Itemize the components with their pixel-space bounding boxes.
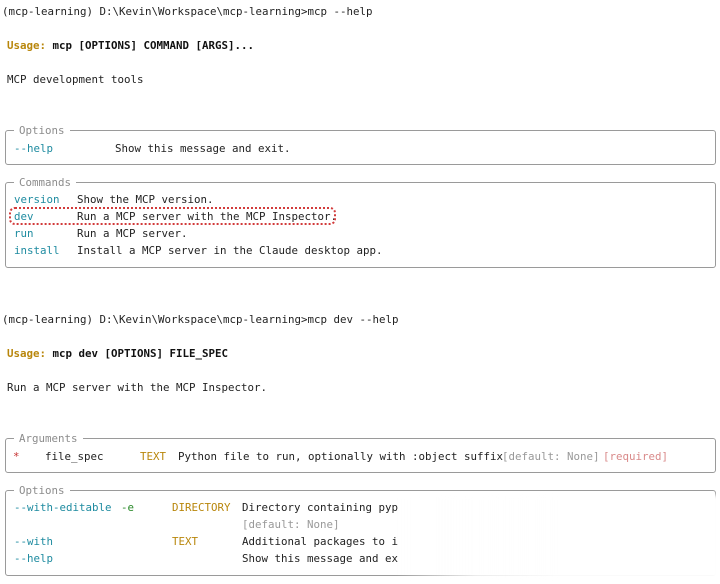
arguments-panel: Arguments * file_spec TEXT Python file t… <box>5 430 716 473</box>
option-desc-help: Show this message and ex <box>242 552 399 565</box>
required-marker: * <box>13 450 20 463</box>
usage-line-2: Usage: mcp dev [OPTIONS] FILE_SPEC <box>7 345 228 362</box>
option-flag-help: --help <box>14 142 54 155</box>
command-name-install: install <box>14 244 60 257</box>
usage-syntax: mcp dev [OPTIONS] FILE_SPEC <box>46 347 229 360</box>
panel-title: Options <box>14 122 70 139</box>
command-desc-run: Run a MCP server. <box>77 227 188 240</box>
option-flag-with: --with <box>14 535 54 548</box>
usage-label: Usage: <box>7 39 47 52</box>
command-name-version: version <box>14 193 60 206</box>
usage-label: Usage: <box>7 347 47 360</box>
option-type-directory: DIRECTORY <box>172 501 231 514</box>
option-desc-help: Show this message and exit. <box>115 142 291 155</box>
options-panel-1: Options --help Show this message and exi… <box>5 122 716 165</box>
option-type-text: TEXT <box>172 535 199 548</box>
command-desc-install: Install a MCP server in the Claude deskt… <box>77 244 383 257</box>
commands-panel: Commands version Show the MCP version. d… <box>5 174 716 268</box>
argument-desc: Python file to run, optionally with :obj… <box>178 450 504 463</box>
panel-title: Options <box>14 482 70 499</box>
blur-overlay <box>395 495 720 579</box>
option-desc-with: Additional packages to i <box>242 535 399 548</box>
panel-title: Commands <box>14 174 77 191</box>
option-flag-help: --help <box>14 552 54 565</box>
argument-default: [default: None] <box>502 450 600 463</box>
argument-required: [required] <box>603 450 669 463</box>
usage-line-1: Usage: mcp [OPTIONS] COMMAND [ARGS]... <box>7 37 254 54</box>
usage-syntax: mcp [OPTIONS] COMMAND [ARGS]... <box>46 39 255 52</box>
option-default-with-editable: [default: None] <box>242 518 340 531</box>
option-desc-with-editable: Directory containing pyp <box>242 501 399 514</box>
command-desc-version: Show the MCP version. <box>77 193 214 206</box>
option-short-e: -e <box>121 501 135 514</box>
argument-name: file_spec <box>45 450 104 463</box>
argument-type: TEXT <box>140 450 167 463</box>
option-flag-with-editable: --with-editable <box>14 501 112 514</box>
command-description-1: MCP development tools <box>7 73 144 86</box>
terminal-prompt-2: (mcp-learning) D:\Kevin\Workspace\mcp-le… <box>2 313 399 326</box>
highlight-dev-annotation <box>9 207 336 225</box>
terminal-prompt-1: (mcp-learning) D:\Kevin\Workspace\mcp-le… <box>2 5 373 18</box>
command-name-run: run <box>14 227 34 240</box>
command-description-2: Run a MCP server with the MCP Inspector. <box>7 381 268 394</box>
panel-title: Arguments <box>14 430 83 447</box>
